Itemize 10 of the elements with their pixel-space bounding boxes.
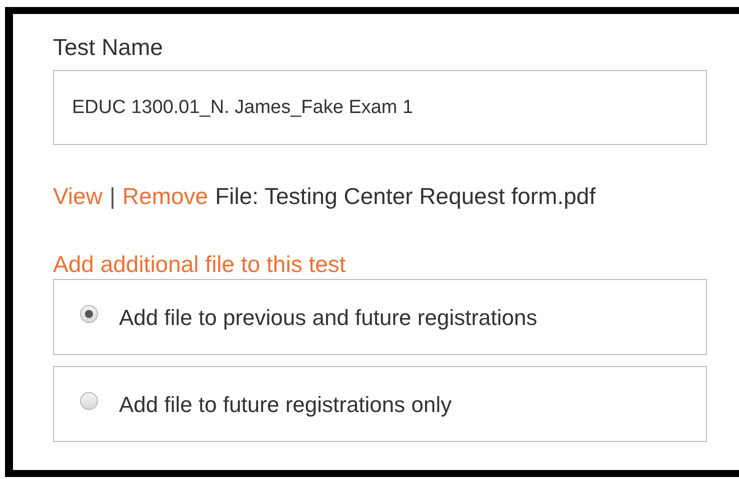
radio-button[interactable] bbox=[80, 392, 98, 410]
option-box[interactable]: Add file to future registrations only bbox=[53, 366, 707, 442]
separator: | bbox=[109, 182, 116, 211]
radio-button[interactable] bbox=[80, 305, 98, 323]
option-box[interactable]: Add file to previous and future registrations bbox=[53, 279, 707, 355]
option-label: Add file to previous and future registrations bbox=[119, 304, 538, 332]
field-label: Test Name bbox=[53, 33, 163, 62]
test-name-input[interactable]: EDUC 1300.01_N. James_Fake Exam 1 bbox=[53, 70, 707, 145]
file-name-text: File: Testing Center Request form.pdf bbox=[215, 182, 596, 211]
option-label: Add file to future registrations only bbox=[119, 390, 452, 419]
